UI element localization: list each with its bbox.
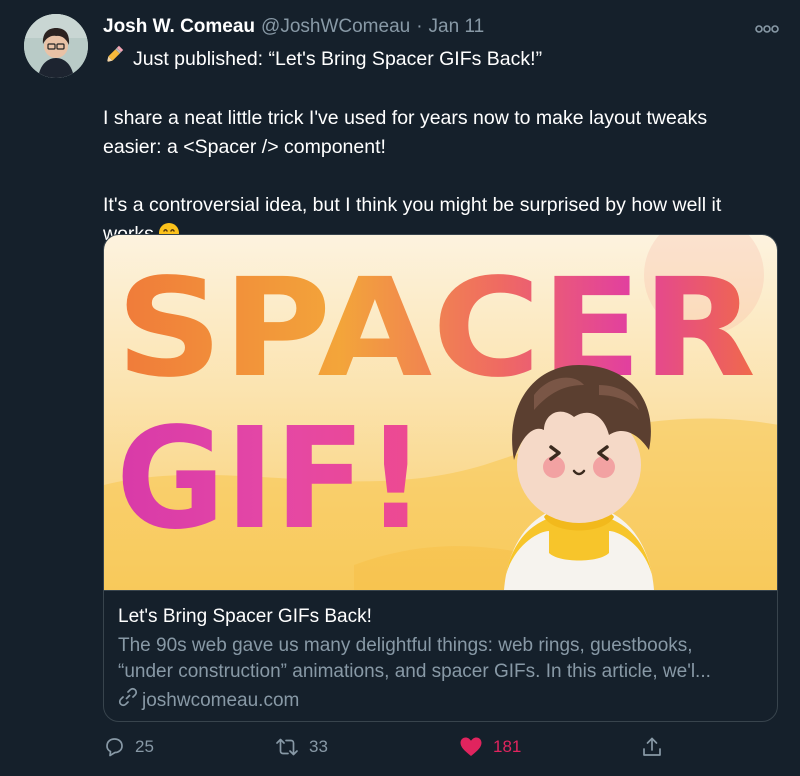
tweet-text-line-3: easier: a <Spacer /> component!: [103, 136, 386, 158]
tweet-text: Just published: “Let's Bring Spacer GIFs…: [103, 44, 783, 253]
character-illustration: [504, 365, 654, 590]
heart-icon: [459, 736, 483, 758]
share-icon: [641, 736, 663, 758]
card-title[interactable]: Let's Bring Spacer GIFs Back!: [118, 604, 372, 630]
author-name[interactable]: Josh W. Comeau: [103, 16, 255, 38]
tweet-date[interactable]: Jan 11: [429, 16, 485, 38]
card-body[interactable]: Let's Bring Spacer GIFs Back! The 90s we…: [104, 590, 777, 721]
card-description-line-1: The 90s web gave us many delightful thin…: [118, 635, 693, 656]
share-button[interactable]: [641, 736, 663, 758]
link-preview-card[interactable]: SPACER GIF! Let's Bring Spacer GIFs Back…: [103, 234, 778, 722]
tweet-text-line-1: Just published: “Let's Bring Spacer GIFs…: [133, 48, 543, 70]
tweet-line-1: Just published: “Let's Bring Spacer GIFs…: [103, 44, 783, 75]
retweet-count: 33: [309, 737, 328, 756]
like-button[interactable]: 181: [459, 736, 521, 758]
reply-button[interactable]: 25: [103, 736, 154, 758]
card-image[interactable]: SPACER GIF!: [104, 235, 777, 590]
card-image-title-line1: SPACER: [116, 250, 756, 408]
tweet-text-line-2: I share a neat little trick I've used fo…: [103, 107, 708, 129]
card-domain[interactable]: joshwcomeau.com: [118, 687, 299, 715]
retweet-icon: [275, 736, 299, 758]
card-description: The 90s web gave us many delightful thin…: [118, 633, 768, 685]
reply-count: 25: [135, 737, 154, 756]
card-description-line-2: “under construction” animations, and spa…: [118, 661, 711, 682]
tweet-header: Josh W. Comeau @JoshWComeau · Jan 11: [103, 16, 484, 42]
card-domain-text[interactable]: joshwcomeau.com: [142, 688, 299, 714]
pencil-emoji: [103, 44, 125, 75]
more-icon[interactable]: [752, 14, 782, 44]
retweet-button[interactable]: 33: [275, 736, 328, 758]
avatar[interactable]: [24, 14, 88, 78]
tweet-actions: 25 33 181: [103, 736, 683, 764]
author-handle[interactable]: @JoshWComeau: [261, 16, 410, 38]
card-image-title-line2: GIF!: [116, 398, 426, 561]
separator-dot: ·: [416, 16, 423, 37]
reply-icon: [103, 736, 125, 758]
tweet-text-line-4: It's a controversial idea, but I think y…: [103, 194, 722, 216]
tweet: Josh W. Comeau @JoshWComeau · Jan 11 Jus…: [0, 0, 800, 776]
like-count: 181: [493, 737, 522, 756]
link-icon: [118, 687, 138, 715]
